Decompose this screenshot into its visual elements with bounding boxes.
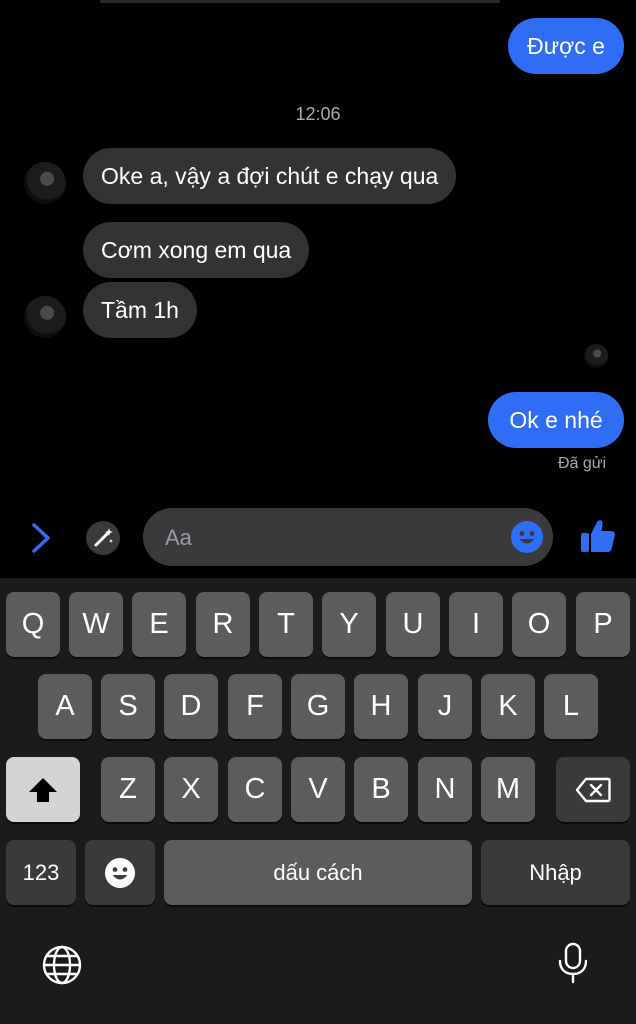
magic-wand-icon [94,528,113,547]
key-q[interactable]: Q [6,592,60,657]
backspace-key[interactable] [556,757,630,822]
numbers-key[interactable]: 123 [6,840,76,905]
message-composer [0,500,636,576]
key-m[interactable]: M [481,757,535,822]
message-bubble-outgoing[interactable]: Ok e nhé [488,392,624,448]
delivery-status: Đã gửi [557,455,606,472]
thumbs-up-icon[interactable] [578,516,618,556]
timestamp: 12:06 [295,104,341,124]
message-text: Cơm xong em qua [101,236,292,263]
key-i[interactable]: I [449,592,503,657]
contact-avatar[interactable] [24,296,66,338]
key-f[interactable]: F [228,674,282,739]
read-receipt-avatar [584,344,608,368]
key-e[interactable]: E [132,592,186,657]
key-s[interactable]: S [101,674,155,739]
magic-wand-button[interactable] [86,521,120,555]
microphone-icon[interactable] [551,941,595,985]
message-text: Tầm 1h [101,296,179,323]
shift-icon [29,777,57,802]
contact-avatar[interactable] [24,162,66,204]
key-a[interactable]: A [38,674,92,739]
message-text: Oke a, vậy a đợi chút e chạy qua [101,162,439,189]
key-l[interactable]: L [544,674,598,739]
message-text: Ok e nhé [509,406,603,433]
backspace-icon [575,777,611,802]
message-input-container[interactable] [143,508,553,568]
key-x[interactable]: X [164,757,218,822]
message-text: Được e [527,32,605,59]
key-v[interactable]: V [291,757,345,822]
key-g[interactable]: G [291,674,345,739]
key-c[interactable]: C [228,757,282,822]
key-b[interactable]: B [354,757,408,822]
key-o[interactable]: O [512,592,566,657]
globe-icon[interactable] [40,943,84,987]
shift-key[interactable] [6,757,80,822]
key-u[interactable]: U [386,592,440,657]
message-bubble-incoming[interactable]: Oke a, vậy a đợi chút e chạy qua [83,148,457,204]
key-y[interactable]: Y [322,592,376,657]
keyboard: Q W E R T Y U I O P A S D F G H J K L Z … [0,578,636,1024]
return-key[interactable]: Nhập [481,840,630,905]
key-w[interactable]: W [69,592,123,657]
chevron-right-icon[interactable] [28,522,54,554]
key-k[interactable]: K [481,674,535,739]
key-z[interactable]: Z [101,757,155,822]
emoji-icon[interactable] [511,521,543,553]
key-d[interactable]: D [164,674,218,739]
key-n[interactable]: N [418,757,472,822]
message-bubble-incoming[interactable]: Cơm xong em qua [83,222,310,278]
emoji-icon [105,857,135,888]
key-j[interactable]: J [418,674,472,739]
key-p[interactable]: P [576,592,630,657]
message-bubble-outgoing[interactable]: Được e [508,18,624,74]
key-r[interactable]: R [196,592,250,657]
message-input[interactable] [163,508,497,568]
emoji-key[interactable] [85,840,155,905]
scroll-indicator [100,0,500,3]
message-bubble-incoming[interactable]: Tầm 1h [83,282,197,338]
space-key[interactable]: dấu cách [164,840,472,905]
key-h[interactable]: H [354,674,408,739]
key-t[interactable]: T [259,592,313,657]
